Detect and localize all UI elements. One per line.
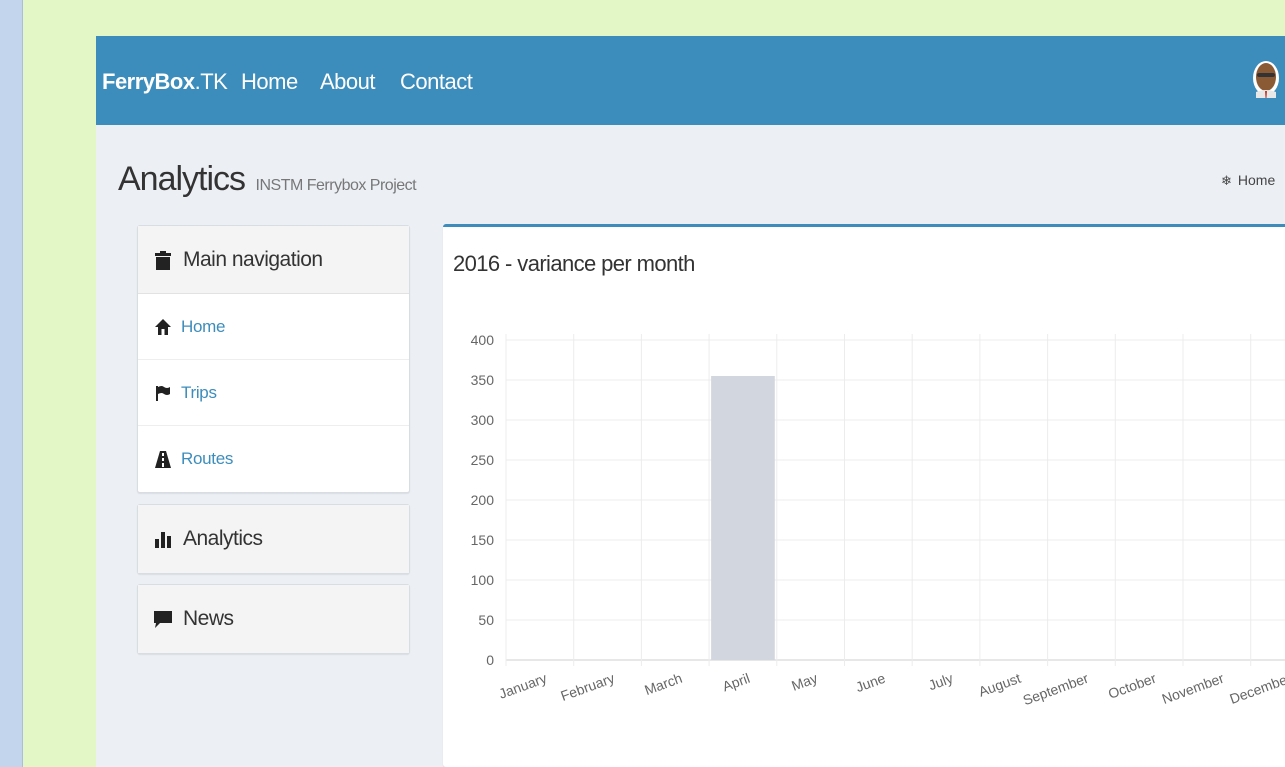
y-tick-label: 0	[486, 652, 494, 668]
bar-chart: 0 50 100 150 200 250 300 350 400 January February M…	[471, 332, 1285, 709]
x-tick-label: May	[789, 670, 819, 694]
x-tick-label: January	[497, 670, 549, 702]
y-tick-label: 350	[471, 372, 495, 388]
sidebar-item-trips[interactable]: Trips	[138, 360, 409, 426]
home-icon	[155, 318, 171, 335]
main-navigation-box: Main navigation Home Trips Routes	[137, 225, 410, 493]
news-header[interactable]: News	[138, 585, 409, 653]
window-edge	[0, 0, 23, 767]
breadcrumb: ❄ Home	[1221, 172, 1275, 189]
y-tick-label: 400	[471, 332, 495, 348]
brand-link[interactable]: FerryBox.TK	[102, 69, 228, 95]
news-label: News	[183, 607, 234, 630]
road-icon	[155, 451, 171, 468]
bar-chart-icon	[155, 532, 171, 548]
comment-icon	[154, 611, 172, 628]
x-tick-label: August	[976, 670, 1023, 700]
nav-contact-link[interactable]: Contact	[400, 69, 473, 95]
sidebar-item-routes[interactable]: Routes	[138, 426, 409, 492]
dashboard-icon: ❄	[1221, 173, 1232, 188]
y-tick-label: 250	[471, 452, 495, 468]
x-tick-label: February	[558, 670, 616, 704]
nav-about-link[interactable]: About	[320, 69, 376, 95]
analytics-box: Analytics	[137, 504, 410, 574]
x-tick-label: July	[926, 670, 955, 694]
x-tick-label: October	[1106, 670, 1159, 702]
sidebar-item-trips-label: Trips	[181, 382, 217, 402]
x-tick-label: June	[853, 670, 887, 695]
analytics-label: Analytics	[183, 527, 263, 550]
sidebar-item-home-label: Home	[181, 316, 226, 336]
sidebar-item-home[interactable]: Home	[138, 294, 409, 360]
x-tick-label: September	[1021, 670, 1091, 709]
page-title: Analytics	[118, 160, 246, 198]
x-tick-label: April	[720, 670, 752, 695]
x-tick-label: March	[642, 670, 684, 698]
flag-icon	[156, 385, 170, 401]
y-tick-label: 300	[471, 412, 495, 428]
sidebar-item-routes-label: Routes	[181, 449, 234, 468]
nav-home-link[interactable]: Home	[241, 69, 298, 95]
main-navigation-label: Main navigation	[183, 247, 323, 271]
page-header: Analytics INSTM Ferrybox Project	[118, 160, 417, 199]
app-frame: FerryBox.TK Home About Contact Analytics…	[96, 36, 1285, 767]
y-tick-label: 50	[478, 612, 494, 628]
page-subtitle: INSTM Ferrybox Project	[255, 177, 417, 194]
y-tick-label: 150	[471, 532, 495, 548]
chart-box: 2016 - variance per month 0 50 100 150 200 25…	[443, 224, 1285, 767]
main-navigation-header[interactable]: Main navigation	[138, 226, 409, 294]
x-tick-label: November	[1160, 670, 1226, 707]
top-navbar: FerryBox.TK Home About Contact	[96, 36, 1285, 125]
trash-icon	[155, 250, 171, 270]
breadcrumb-home-link[interactable]: Home	[1238, 172, 1275, 188]
analytics-header[interactable]: Analytics	[138, 505, 409, 573]
news-box: News	[137, 584, 410, 654]
x-tick-label: December	[1227, 670, 1285, 707]
y-tick-label: 100	[471, 572, 495, 588]
user-avatar[interactable]	[1251, 58, 1281, 98]
y-tick-label: 200	[471, 492, 495, 508]
bar-april	[711, 376, 775, 660]
